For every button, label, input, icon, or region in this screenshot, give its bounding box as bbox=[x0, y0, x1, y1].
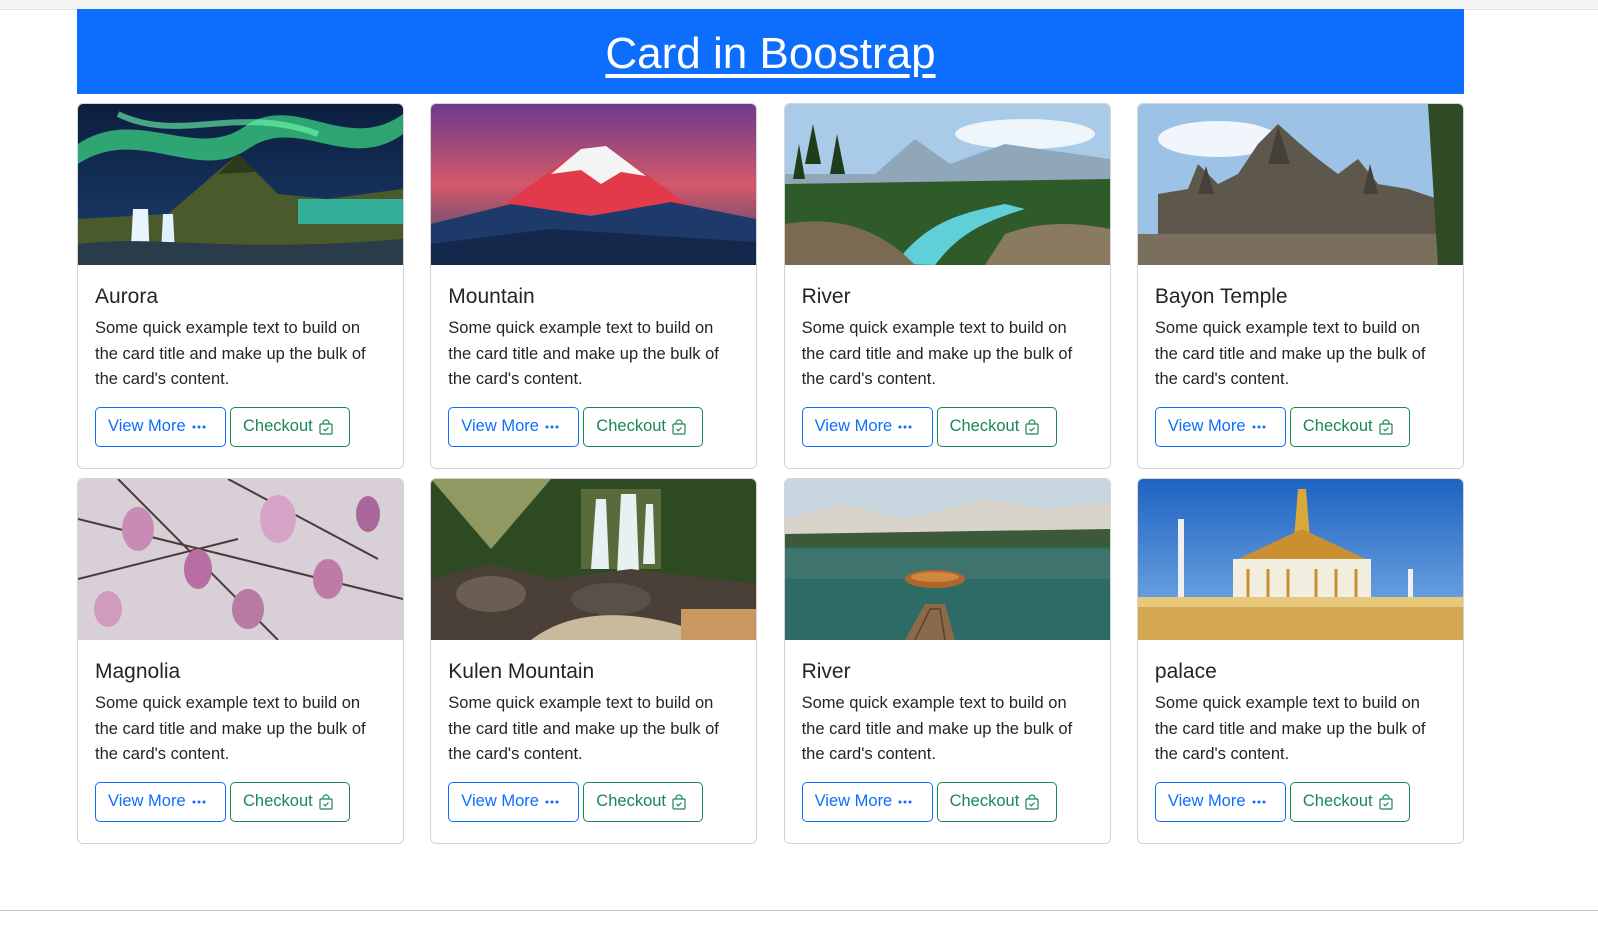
more-dots-icon bbox=[898, 425, 912, 429]
view-more-button[interactable]: View More bbox=[1154, 781, 1286, 822]
checkout-button[interactable]: Checkout bbox=[1289, 406, 1410, 447]
page-bottom-divider bbox=[0, 910, 1598, 911]
checkout-button[interactable]: Checkout bbox=[936, 781, 1057, 822]
card-image-magnolia bbox=[78, 479, 403, 640]
view-more-label: View More bbox=[461, 417, 539, 436]
shopping-bag-check-icon bbox=[672, 419, 686, 435]
card-title: Mountain bbox=[448, 285, 535, 308]
card-text: Some quick example text to build on the … bbox=[95, 319, 366, 389]
card-title: River bbox=[801, 660, 851, 683]
checkout-label: Checkout bbox=[1302, 792, 1373, 811]
shopping-bag-check-icon bbox=[319, 794, 333, 810]
card-image-kulen-mountain bbox=[431, 479, 757, 640]
shopping-bag-check-icon bbox=[319, 419, 333, 435]
checkout-button[interactable]: Checkout bbox=[936, 406, 1057, 447]
more-dots-icon bbox=[1252, 800, 1266, 804]
shopping-bag-check-icon bbox=[1379, 794, 1393, 810]
more-dots-icon bbox=[898, 800, 912, 804]
card-title: palace bbox=[1154, 660, 1217, 683]
more-dots-icon bbox=[545, 800, 559, 804]
shopping-bag-check-icon bbox=[1025, 419, 1039, 435]
card: palace Some quick example text to build … bbox=[1136, 478, 1464, 844]
checkout-label: Checkout bbox=[596, 417, 667, 436]
checkout-button[interactable]: Checkout bbox=[1289, 781, 1410, 822]
shopping-bag-check-icon bbox=[672, 794, 686, 810]
card-title: Aurora bbox=[95, 285, 159, 308]
card-title: River bbox=[801, 285, 851, 308]
card-image-aurora bbox=[78, 104, 403, 265]
card-image-mountain bbox=[431, 104, 757, 265]
view-more-button[interactable]: View More bbox=[95, 781, 226, 822]
more-dots-icon bbox=[192, 800, 206, 804]
more-dots-icon bbox=[192, 425, 206, 429]
card: River Some quick example text to build o… bbox=[783, 478, 1111, 844]
view-more-label: View More bbox=[108, 417, 186, 436]
more-dots-icon bbox=[545, 425, 559, 429]
card-image-bayon-temple bbox=[1137, 104, 1463, 265]
checkout-label: Checkout bbox=[243, 417, 313, 436]
card-text: Some quick example text to build on the … bbox=[801, 694, 1073, 764]
view-more-label: View More bbox=[1167, 792, 1246, 811]
card: Bayon Temple Some quick example text to … bbox=[1136, 103, 1464, 469]
view-more-button[interactable]: View More bbox=[1154, 406, 1286, 447]
card: Kulen Mountain Some quick example text t… bbox=[430, 478, 758, 844]
card-image-river-lake bbox=[784, 479, 1110, 640]
shopping-bag-check-icon bbox=[1025, 794, 1039, 810]
card: Aurora Some quick example text to build … bbox=[77, 103, 404, 469]
checkout-button[interactable]: Checkout bbox=[230, 781, 350, 822]
card-title: Magnolia bbox=[95, 660, 181, 683]
checkout-button[interactable]: Checkout bbox=[230, 406, 350, 447]
card-image-river bbox=[784, 104, 1110, 265]
page-title-link[interactable]: Card in Boostrap bbox=[605, 31, 935, 76]
checkout-label: Checkout bbox=[243, 792, 313, 811]
view-more-label: View More bbox=[814, 417, 893, 436]
checkout-button[interactable]: Checkout bbox=[583, 781, 704, 822]
card-text: Some quick example text to build on the … bbox=[1154, 319, 1426, 389]
checkout-label: Checkout bbox=[949, 792, 1020, 811]
view-more-button[interactable]: View More bbox=[95, 406, 226, 447]
view-more-label: View More bbox=[1167, 417, 1246, 436]
view-more-button[interactable]: View More bbox=[448, 781, 580, 822]
card-image-palace bbox=[1137, 479, 1463, 640]
card-text: Some quick example text to build on the … bbox=[448, 319, 719, 389]
card-text: Some quick example text to build on the … bbox=[1154, 694, 1426, 764]
card-title: Kulen Mountain bbox=[448, 660, 595, 683]
view-more-button[interactable]: View More bbox=[801, 406, 933, 447]
card: Mountain Some quick example text to buil… bbox=[430, 103, 758, 469]
card-text: Some quick example text to build on the … bbox=[95, 694, 366, 764]
checkout-label: Checkout bbox=[1302, 417, 1373, 436]
view-more-label: View More bbox=[108, 792, 186, 811]
view-more-button[interactable]: View More bbox=[448, 406, 580, 447]
page-header: Card in Boostrap bbox=[77, 9, 1464, 94]
view-more-label: View More bbox=[814, 792, 893, 811]
checkout-button[interactable]: Checkout bbox=[583, 406, 704, 447]
more-dots-icon bbox=[1252, 425, 1266, 429]
shopping-bag-check-icon bbox=[1379, 419, 1393, 435]
card-grid: Aurora Some quick example text to build … bbox=[77, 103, 1464, 844]
checkout-label: Checkout bbox=[596, 792, 667, 811]
card-text: Some quick example text to build on the … bbox=[801, 319, 1073, 389]
view-more-label: View More bbox=[461, 792, 539, 811]
checkout-label: Checkout bbox=[949, 417, 1020, 436]
view-more-button[interactable]: View More bbox=[801, 781, 933, 822]
card-text: Some quick example text to build on the … bbox=[448, 694, 719, 764]
card-title: Bayon Temple bbox=[1154, 285, 1288, 308]
card: Magnolia Some quick example text to buil… bbox=[77, 478, 404, 844]
card: River Some quick example text to build o… bbox=[783, 103, 1111, 469]
